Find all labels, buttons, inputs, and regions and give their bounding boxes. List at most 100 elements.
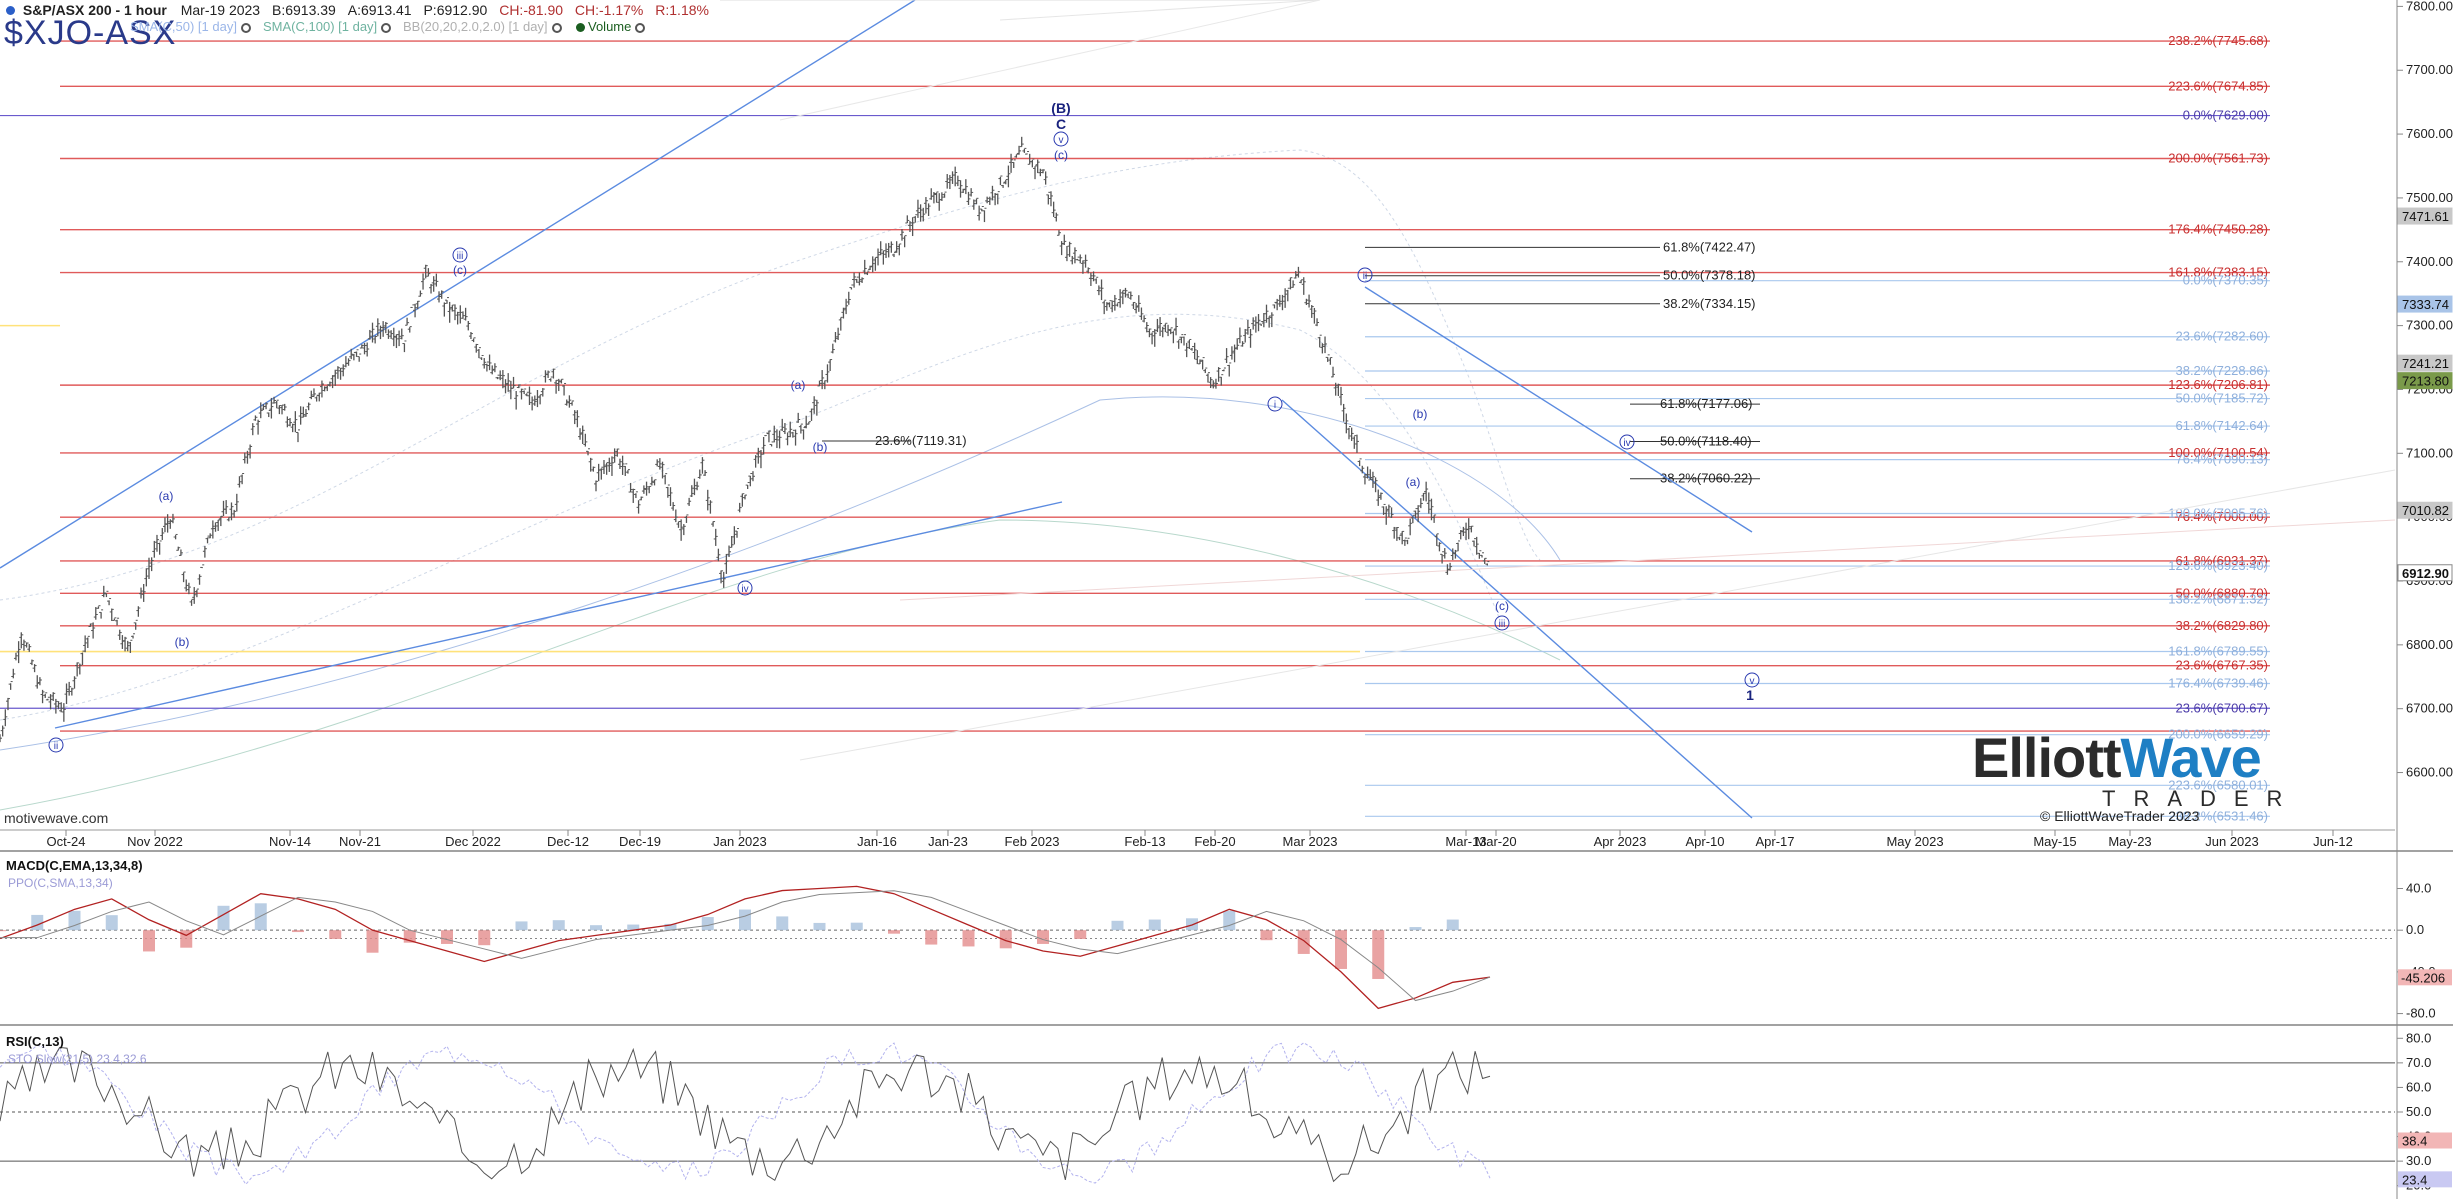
macd-histogram-bar xyxy=(1297,930,1310,954)
macd-subtitle: PPO(C,SMA,13,34) xyxy=(8,876,113,890)
fib-label-red: 176.4%(7450.28) xyxy=(2168,222,2268,237)
y-tick-label: 7800.00 xyxy=(2406,0,2453,13)
macd-histogram-bar xyxy=(441,930,453,944)
indicator-sma50-label: SMA(C,50) [1 day] xyxy=(130,19,237,34)
wave-label: ii xyxy=(1363,271,1367,282)
indicator-sma50[interactable]: SMA(C,50) [1 day] xyxy=(130,19,251,34)
fib-label-blue: 50.0%(7185.72) xyxy=(2175,391,2268,406)
logo-word1: Elliott xyxy=(1972,726,2122,789)
x-tick-label: Nov-21 xyxy=(339,834,381,849)
copyright: © ElliottWaveTrader 2023 xyxy=(2040,808,2200,824)
rsi-subtitle: STO Slow(21,5) 23.4,32.6 xyxy=(8,1052,147,1066)
wave-label: iii xyxy=(457,251,464,262)
x-tick-label: May 2023 xyxy=(1886,834,1943,849)
fib-label-gray: 61.8%(7177.06) xyxy=(1660,396,1753,411)
x-tick-label: Jan-16 xyxy=(857,834,897,849)
fib-label-blue: 176.4%(6739.46) xyxy=(2168,675,2268,690)
wave-label: (b) xyxy=(813,440,828,454)
fib-label-blue: 161.8%(6789.55) xyxy=(2168,644,2268,659)
header-change-pct: CH:-1.17% xyxy=(574,2,644,18)
macd-histogram-bar xyxy=(515,921,528,931)
macd-value-label: -45.206 xyxy=(2401,970,2445,985)
fib-label-gray: 50.0%(7378.18) xyxy=(1663,268,1756,283)
indicator-sma100[interactable]: SMA(C,100) [1 day] xyxy=(263,19,392,34)
fib-label-blue: 38.2%(7228.86) xyxy=(2175,363,2268,378)
header-change: CH:-81.90 xyxy=(499,2,564,18)
wave-label: (b) xyxy=(175,635,190,649)
fib-label-blue: 138.2%(6871.32) xyxy=(2168,591,2268,606)
x-tick-label: Apr-17 xyxy=(1755,834,1794,849)
wave-label: (a) xyxy=(159,489,174,503)
fib-label-purple: 0.0%(7629.00) xyxy=(2183,108,2268,123)
y-tick-label: 6800.00 xyxy=(2406,637,2453,652)
macd-histogram-bar xyxy=(962,930,975,947)
fib-label-blue: 0.0%(7370.35) xyxy=(2183,273,2268,288)
indicator-volume[interactable]: Volume xyxy=(576,19,646,34)
y-tick-label: 7600.00 xyxy=(2406,126,2453,141)
gear-icon[interactable] xyxy=(240,22,251,33)
macd-histogram-bar xyxy=(1335,930,1347,969)
volume-dot-icon xyxy=(576,23,585,33)
fib-label-red: 223.6%(7674.85) xyxy=(2168,78,2268,93)
fib-label-blue: 123.6%(6923.40) xyxy=(2168,558,2268,573)
header-r: R:1.18% xyxy=(655,2,709,18)
motivewave-credit: motivewave.com xyxy=(4,810,109,826)
macd-histogram-bar xyxy=(1074,930,1087,939)
macd-tick-label: 0.0 xyxy=(2406,922,2424,937)
rsi-tick-label: 60.0 xyxy=(2406,1079,2431,1094)
chart-canvas[interactable]: 7800.00 7700.00 7600.00 7500.00 7400.00 7300.… xyxy=(0,0,2453,1199)
x-tick-label: Feb-20 xyxy=(1194,834,1235,849)
y-tick-label: 7400.00 xyxy=(2406,254,2453,269)
logo-sub: TRADER xyxy=(2102,786,2301,811)
macd-histogram-bar xyxy=(1260,930,1273,941)
x-tick-label: Jun-12 xyxy=(2313,834,2353,849)
fib-label-blue: 100.0%(7005.76) xyxy=(2168,505,2268,520)
y-tick-label: 7700.00 xyxy=(2406,62,2453,77)
indicator-bb[interactable]: BB(20,20,2.0,2.0) [1 day] xyxy=(403,19,562,34)
x-tick-label: Dec 2022 xyxy=(445,834,501,849)
rsi-tick-label: 80.0 xyxy=(2406,1030,2431,1045)
macd-histogram-bar xyxy=(552,920,565,931)
wave-label: 1 xyxy=(1746,687,1754,703)
gear-icon[interactable] xyxy=(551,22,562,33)
x-tick-label: Dec-19 xyxy=(619,834,661,849)
fib-label-red: 238.2%(7745.68) xyxy=(2168,33,2268,48)
wave-label: iv xyxy=(1623,438,1630,449)
fib-label-blue: 23.6%(7282.60) xyxy=(2175,329,2268,344)
y-tick-label: 7300.00 xyxy=(2406,318,2453,333)
indicator-sma100-label: SMA(C,100) [1 day] xyxy=(263,19,378,34)
gear-icon[interactable] xyxy=(381,22,392,33)
price-tag-label: 7010.82 xyxy=(2402,503,2449,518)
price-tag-label: 7471.61 xyxy=(2402,209,2449,224)
wave-label: (b) xyxy=(1413,407,1428,421)
indicator-bb-label: BB(20,20,2.0,2.0) [1 day] xyxy=(403,19,548,34)
header-date: Mar-19 2023 xyxy=(180,2,261,18)
macd-histogram-bar xyxy=(888,930,900,934)
macd-histogram-bar xyxy=(292,930,304,933)
price-tag-label: 7213.80 xyxy=(2402,374,2449,389)
fib-label-gray: 61.8%(7422.47) xyxy=(1663,239,1756,254)
x-tick-label: Feb 2023 xyxy=(1005,834,1060,849)
wave-label: (B) xyxy=(1051,100,1070,116)
macd-histogram-bar xyxy=(1186,918,1198,931)
macd-histogram-bar xyxy=(776,916,789,931)
logo-word2: Wave xyxy=(2120,726,2262,789)
header-price: P:6912.90 xyxy=(423,2,488,18)
header-ask: A:6913.41 xyxy=(347,2,412,18)
macd-histogram-bar xyxy=(254,903,267,931)
x-tick-label: Oct-24 xyxy=(46,834,85,849)
macd-histogram-bar xyxy=(1409,927,1422,931)
gear-icon[interactable] xyxy=(635,22,646,33)
price-tag-label: 7333.74 xyxy=(2402,297,2449,312)
x-tick-label: Apr 2023 xyxy=(1594,834,1647,849)
x-tick-label: May-23 xyxy=(2108,834,2151,849)
fib-label-purple: 23.6%(6700.67) xyxy=(2175,700,2268,715)
x-tick-label: Dec-12 xyxy=(547,834,589,849)
wave-label: v xyxy=(1059,135,1064,146)
indicator-volume-label: Volume xyxy=(588,19,632,34)
macd-histogram-bar xyxy=(0,930,6,932)
macd-histogram-bar xyxy=(217,905,230,931)
macd-title: MACD(C,EMA,13,34,8) xyxy=(6,858,143,873)
macd-histogram-bar xyxy=(329,930,342,939)
macd-histogram-bar xyxy=(1446,919,1459,931)
